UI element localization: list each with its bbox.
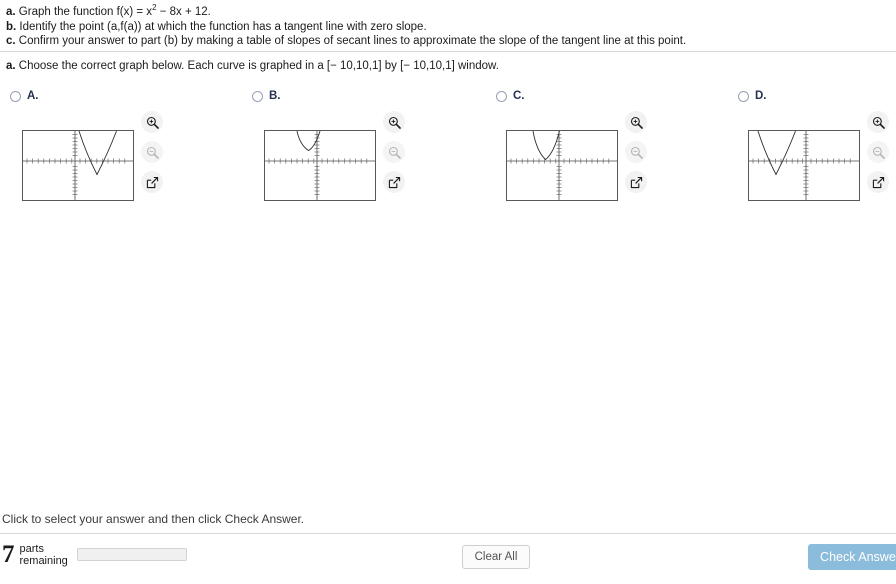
parts-remaining-count: 7 <box>2 541 15 568</box>
zoom-in-icon-button-b[interactable] <box>383 111 405 133</box>
choice-option-d[interactable]: D. <box>738 90 767 102</box>
question-prompt-label: a. <box>6 60 16 72</box>
graph-svg-c <box>507 131 617 200</box>
expand-icon-button-b[interactable] <box>383 171 405 193</box>
graph-svg-a <box>23 131 133 200</box>
divider-bottom <box>0 533 896 534</box>
choice-option-c[interactable]: C. <box>496 90 525 102</box>
graph-svg-d <box>749 131 859 200</box>
parts-label-line1: parts <box>19 542 44 555</box>
zoom-out-icon-button-a[interactable] <box>141 141 163 163</box>
divider-top <box>0 51 896 52</box>
parts-label-line2: remaining <box>19 554 68 567</box>
problem-line-a: a. Graph the function f(x) = x2 − 8x + 1… <box>6 4 896 20</box>
progress-bar <box>76 548 187 561</box>
graph-tools-a <box>141 111 163 201</box>
zoom-in-icon-button-d[interactable] <box>867 111 889 133</box>
expand-icon-button-a[interactable] <box>141 171 163 193</box>
zoom-out-icon <box>872 146 885 159</box>
graph-thumbnail-d[interactable] <box>748 130 860 201</box>
expand-icon-button-d[interactable] <box>867 171 889 193</box>
problem-line-b: b. Identify the point (a,f(a)) at which … <box>6 20 896 35</box>
choice-letter-c: C. <box>513 90 525 102</box>
problem-statement: a. Graph the function f(x) = x2 − 8x + 1… <box>0 0 896 53</box>
graph-tools-d <box>867 111 889 201</box>
parts-remaining-label: parts remaining <box>20 543 68 567</box>
choice-option-b[interactable]: B. <box>252 90 281 102</box>
check-answer-button[interactable]: Check Answer <box>808 544 896 570</box>
zoom-in-icon <box>388 116 401 129</box>
progress-area: 7 parts remaining <box>2 542 187 567</box>
choice-option-a[interactable]: A. <box>10 90 39 102</box>
question-prompt: a. Choose the correct graph below. Each … <box>6 59 499 74</box>
clear-all-button[interactable]: Clear All <box>462 545 530 569</box>
zoom-out-icon <box>630 146 643 159</box>
zoom-out-icon-button-b[interactable] <box>383 141 405 163</box>
problem-line-b-text: Identify the point (a,f(a)) at which the… <box>16 20 427 33</box>
choice-letter-b: B. <box>269 90 281 102</box>
zoom-in-icon-button-c[interactable] <box>625 111 647 133</box>
zoom-out-icon <box>146 146 159 159</box>
problem-line-b-label: b. <box>6 20 17 33</box>
graph-tools-b <box>383 111 405 201</box>
zoom-in-icon <box>146 116 159 129</box>
problem-line-c-text: Confirm your answer to part (b) by makin… <box>15 35 687 47</box>
graph-thumbnail-b[interactable] <box>264 130 376 201</box>
problem-line-a-text-before: Graph the function f(x) = x <box>15 6 153 18</box>
zoom-in-icon-button-a[interactable] <box>141 111 163 133</box>
choice-letter-d: D. <box>755 90 767 102</box>
expand-icon <box>388 176 400 188</box>
zoom-in-icon <box>630 116 643 129</box>
zoom-out-icon-button-c[interactable] <box>625 141 647 163</box>
choice-letter-a: A. <box>27 90 39 102</box>
graph-thumbnail-a[interactable] <box>22 130 134 201</box>
expand-icon <box>146 176 158 188</box>
question-prompt-text: Choose the correct graph below. Each cur… <box>15 60 499 72</box>
radio-button-d[interactable] <box>738 91 749 102</box>
expand-icon-button-c[interactable] <box>625 171 647 193</box>
radio-button-a[interactable] <box>10 91 21 102</box>
zoom-in-icon <box>872 116 885 129</box>
expand-icon <box>872 176 884 188</box>
zoom-out-icon-button-d[interactable] <box>867 141 889 163</box>
graph-svg-b <box>265 131 375 200</box>
problem-line-a-label: a. <box>6 6 16 18</box>
radio-button-b[interactable] <box>252 91 263 102</box>
graph-tools-c <box>625 111 647 201</box>
graph-thumbnail-c[interactable] <box>506 130 618 201</box>
problem-line-c: c. Confirm your answer to part (b) by ma… <box>6 34 896 49</box>
zoom-out-icon <box>388 146 401 159</box>
expand-icon <box>630 176 642 188</box>
footer-instruction: Click to select your answer and then cli… <box>2 512 305 526</box>
radio-button-c[interactable] <box>496 91 507 102</box>
problem-line-a-text-after: − 8x + 12. <box>156 6 211 18</box>
problem-line-c-label: c. <box>6 35 16 47</box>
